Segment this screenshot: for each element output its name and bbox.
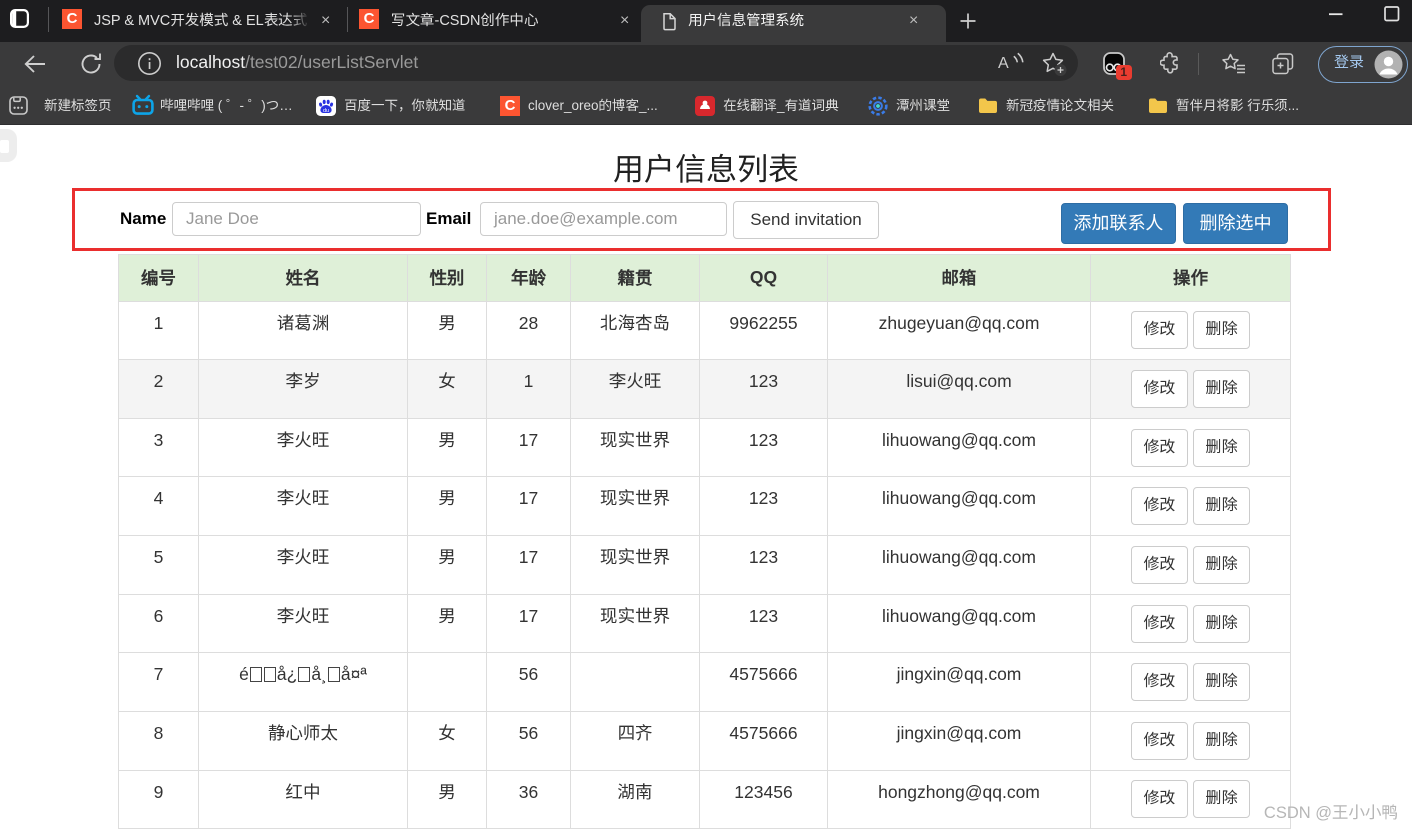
svg-text:du: du — [323, 108, 329, 114]
svg-text:A: A — [998, 55, 1009, 72]
